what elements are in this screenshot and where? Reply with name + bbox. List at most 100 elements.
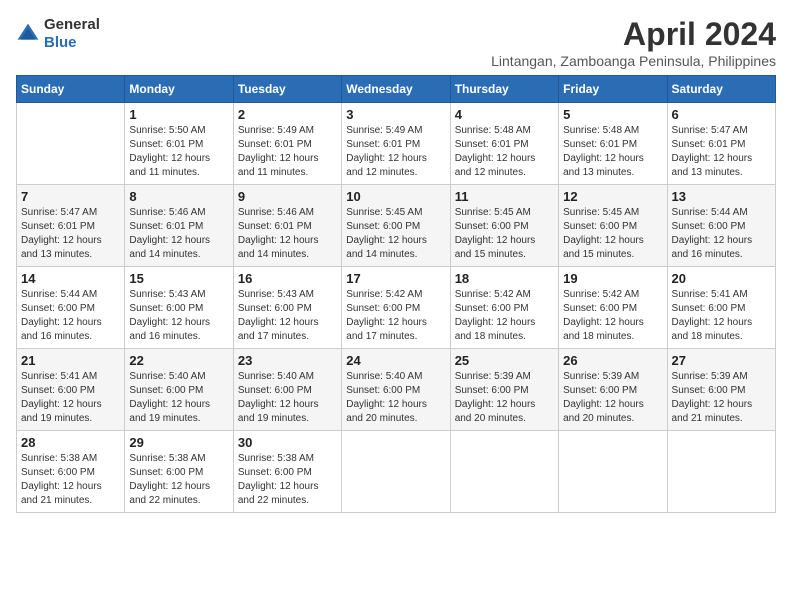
header-cell-friday: Friday (559, 76, 667, 103)
header-cell-sunday: Sunday (17, 76, 125, 103)
day-cell: 14 Sunrise: 5:44 AMSunset: 6:00 PMDayligh… (17, 267, 125, 349)
day-cell: 6 Sunrise: 5:47 AMSunset: 6:01 PMDaylight… (667, 103, 775, 185)
day-cell: 21 Sunrise: 5:41 AMSunset: 6:00 PMDayligh… (17, 349, 125, 431)
day-number: 16 (238, 271, 337, 286)
day-cell: 13Sunrise: 5:44 AMSunset: 6:00 PMDayligh… (667, 185, 775, 267)
day-number: 14 (21, 271, 120, 286)
day-info: Sunrise: 5:47 AMSunset: 6:01 PMDaylight:… (672, 124, 771, 180)
day-info: Sunrise: 5:43 AMSunset: 6:00 PMDaylight:… (129, 288, 228, 344)
day-cell: 30 Sunrise: 5:38 AMSunset: 6:00 PMDayligh… (233, 431, 341, 513)
week-row-1: 1Sunrise: 5:50 AMSunset: 6:01 PMDaylight… (17, 103, 776, 185)
week-row-2: 7 Sunrise: 5:47 AMSunset: 6:01 PMDaylight… (17, 185, 776, 267)
day-cell: 23 Sunrise: 5:40 AMSunset: 6:00 PMDayligh… (233, 349, 341, 431)
day-number: 22 (129, 353, 228, 368)
day-cell: 26Sunrise: 5:39 AMSunset: 6:00 PMDayligh… (559, 349, 667, 431)
day-cell: 22 Sunrise: 5:40 AMSunset: 6:00 PMDayligh… (125, 349, 233, 431)
day-number: 5 (563, 107, 662, 122)
day-cell (17, 103, 125, 185)
day-cell: 10Sunrise: 5:45 AMSunset: 6:00 PMDayligh… (342, 185, 450, 267)
day-cell: 12Sunrise: 5:45 AMSunset: 6:00 PMDayligh… (559, 185, 667, 267)
day-cell: 5 Sunrise: 5:48 AMSunset: 6:01 PMDaylight… (559, 103, 667, 185)
logo-blue: Blue (44, 34, 100, 52)
day-number: 25 (455, 353, 554, 368)
day-info: Sunrise: 5:48 AMSunset: 6:01 PMDaylight:… (563, 124, 662, 180)
day-info: Sunrise: 5:44 AMSunset: 6:00 PMDaylight:… (21, 288, 120, 344)
day-number: 26 (563, 353, 662, 368)
day-cell (342, 431, 450, 513)
week-row-4: 21 Sunrise: 5:41 AMSunset: 6:00 PMDayligh… (17, 349, 776, 431)
day-info: Sunrise: 5:38 AMSunset: 6:00 PMDaylight:… (238, 452, 337, 508)
day-cell: 19 Sunrise: 5:42 AMSunset: 6:00 PMDayligh… (559, 267, 667, 349)
day-number: 28 (21, 435, 120, 450)
day-info: Sunrise: 5:50 AMSunset: 6:01 PMDaylight:… (129, 124, 228, 180)
day-info: Sunrise: 5:45 AMSunset: 6:00 PMDaylight:… (346, 206, 445, 262)
day-number: 20 (672, 271, 771, 286)
logo: General Blue (16, 16, 100, 52)
day-info: Sunrise: 5:49 AMSunset: 6:01 PMDaylight:… (346, 124, 445, 180)
day-info: Sunrise: 5:43 AMSunset: 6:00 PMDaylight:… (238, 288, 337, 344)
day-info: Sunrise: 5:38 AMSunset: 6:00 PMDaylight:… (129, 452, 228, 508)
day-number: 17 (346, 271, 445, 286)
day-cell: 17 Sunrise: 5:42 AMSunset: 6:00 PMDayligh… (342, 267, 450, 349)
header-row: SundayMondayTuesdayWednesdayThursdayFrid… (17, 76, 776, 103)
day-number: 15 (129, 271, 228, 286)
day-info: Sunrise: 5:47 AMSunset: 6:01 PMDaylight:… (21, 206, 120, 262)
day-number: 23 (238, 353, 337, 368)
day-info: Sunrise: 5:45 AMSunset: 6:00 PMDaylight:… (455, 206, 554, 262)
day-info: Sunrise: 5:42 AMSunset: 6:00 PMDaylight:… (455, 288, 554, 344)
day-cell: 3 Sunrise: 5:49 AMSunset: 6:01 PMDaylight… (342, 103, 450, 185)
logo-general: General (44, 16, 100, 34)
day-cell: 8 Sunrise: 5:46 AMSunset: 6:01 PMDaylight… (125, 185, 233, 267)
day-cell: 2 Sunrise: 5:49 AMSunset: 6:01 PMDaylight… (233, 103, 341, 185)
week-row-3: 14 Sunrise: 5:44 AMSunset: 6:00 PMDayligh… (17, 267, 776, 349)
day-cell (450, 431, 558, 513)
day-info: Sunrise: 5:46 AMSunset: 6:01 PMDaylight:… (238, 206, 337, 262)
day-number: 19 (563, 271, 662, 286)
day-number: 29 (129, 435, 228, 450)
day-info: Sunrise: 5:45 AMSunset: 6:00 PMDaylight:… (563, 206, 662, 262)
day-cell: 11Sunrise: 5:45 AMSunset: 6:00 PMDayligh… (450, 185, 558, 267)
day-cell: 7 Sunrise: 5:47 AMSunset: 6:01 PMDaylight… (17, 185, 125, 267)
day-info: Sunrise: 5:48 AMSunset: 6:01 PMDaylight:… (455, 124, 554, 180)
calendar-title: April 2024 (491, 16, 776, 53)
day-cell (667, 431, 775, 513)
title-area: April 2024 Lintangan, Zamboanga Peninsul… (491, 16, 776, 69)
day-number: 4 (455, 107, 554, 122)
calendar-subtitle: Lintangan, Zamboanga Peninsula, Philippi… (491, 53, 776, 69)
day-number: 7 (21, 189, 120, 204)
day-cell: 29 Sunrise: 5:38 AMSunset: 6:00 PMDayligh… (125, 431, 233, 513)
header: General Blue April 2024 Lintangan, Zambo… (16, 16, 776, 69)
day-info: Sunrise: 5:42 AMSunset: 6:00 PMDaylight:… (346, 288, 445, 344)
day-number: 8 (129, 189, 228, 204)
day-cell: 16 Sunrise: 5:43 AMSunset: 6:00 PMDayligh… (233, 267, 341, 349)
day-cell: 27 Sunrise: 5:39 AMSunset: 6:00 PMDayligh… (667, 349, 775, 431)
day-number: 27 (672, 353, 771, 368)
header-cell-thursday: Thursday (450, 76, 558, 103)
logo-icon (16, 22, 40, 46)
day-number: 3 (346, 107, 445, 122)
week-row-5: 28 Sunrise: 5:38 AMSunset: 6:00 PMDayligh… (17, 431, 776, 513)
day-info: Sunrise: 5:46 AMSunset: 6:01 PMDaylight:… (129, 206, 228, 262)
day-number: 24 (346, 353, 445, 368)
day-number: 21 (21, 353, 120, 368)
day-number: 30 (238, 435, 337, 450)
day-info: Sunrise: 5:40 AMSunset: 6:00 PMDaylight:… (238, 370, 337, 426)
day-info: Sunrise: 5:40 AMSunset: 6:00 PMDaylight:… (129, 370, 228, 426)
day-info: Sunrise: 5:39 AMSunset: 6:00 PMDaylight:… (672, 370, 771, 426)
day-number: 2 (238, 107, 337, 122)
day-info: Sunrise: 5:42 AMSunset: 6:00 PMDaylight:… (563, 288, 662, 344)
day-number: 6 (672, 107, 771, 122)
calendar-table: SundayMondayTuesdayWednesdayThursdayFrid… (16, 75, 776, 513)
day-info: Sunrise: 5:39 AMSunset: 6:00 PMDaylight:… (455, 370, 554, 426)
day-cell: 4 Sunrise: 5:48 AMSunset: 6:01 PMDaylight… (450, 103, 558, 185)
day-cell: 9Sunrise: 5:46 AMSunset: 6:01 PMDaylight… (233, 185, 341, 267)
day-info: Sunrise: 5:41 AMSunset: 6:00 PMDaylight:… (21, 370, 120, 426)
day-cell: 24Sunrise: 5:40 AMSunset: 6:00 PMDayligh… (342, 349, 450, 431)
header-cell-tuesday: Tuesday (233, 76, 341, 103)
day-info: Sunrise: 5:44 AMSunset: 6:00 PMDaylight:… (672, 206, 771, 262)
day-info: Sunrise: 5:49 AMSunset: 6:01 PMDaylight:… (238, 124, 337, 180)
day-cell: 20 Sunrise: 5:41 AMSunset: 6:00 PMDayligh… (667, 267, 775, 349)
day-info: Sunrise: 5:41 AMSunset: 6:00 PMDaylight:… (672, 288, 771, 344)
day-info: Sunrise: 5:38 AMSunset: 6:00 PMDaylight:… (21, 452, 120, 508)
day-number: 18 (455, 271, 554, 286)
